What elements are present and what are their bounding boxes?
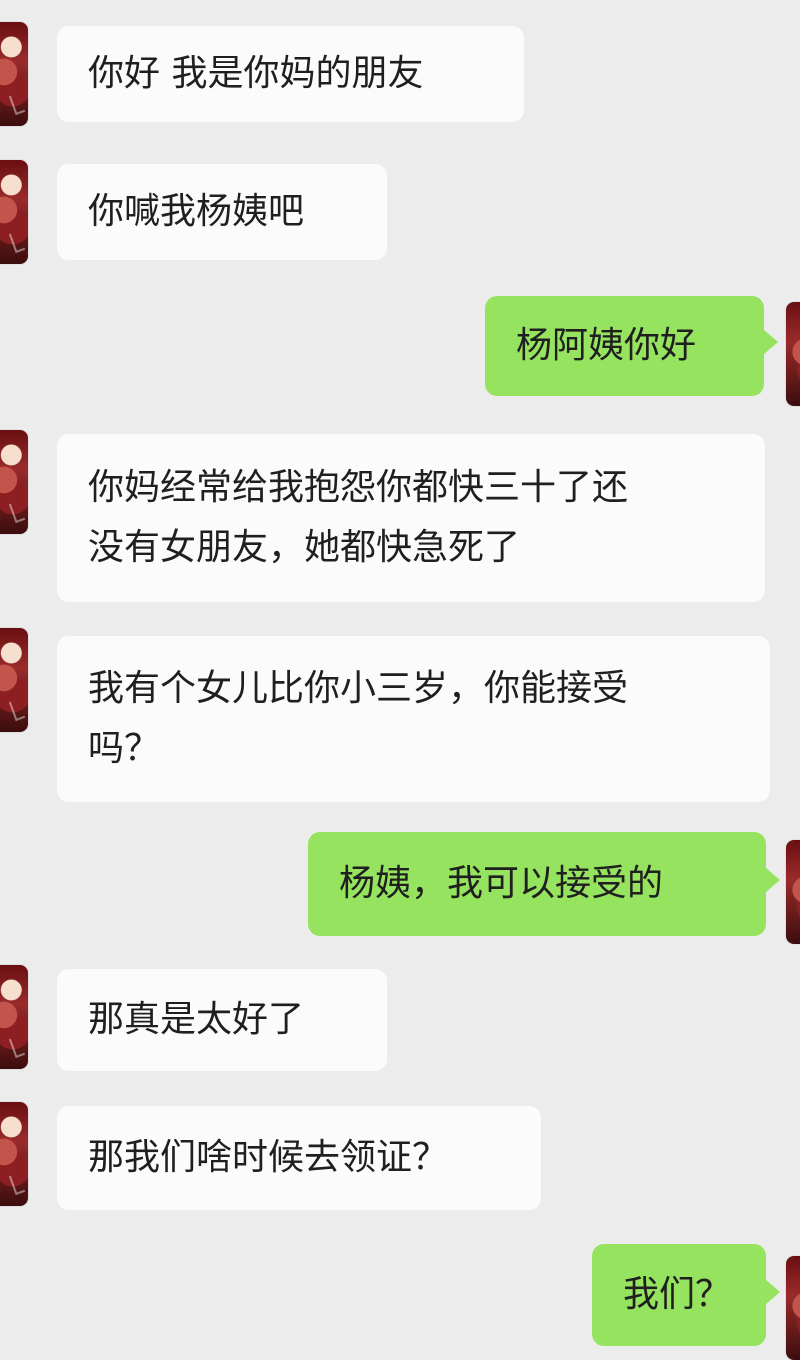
user-avatar[interactable] [786,840,800,944]
contact-avatar[interactable] [0,430,28,534]
message-row: 杨阿姨你好 [0,292,800,406]
message-bubble: 杨阿姨你好 [485,296,764,396]
message-row: 你妈经常给我抱怨你都快三十了还 没有女朋友，她都快急死了 [0,430,800,605]
message-bubble: 那真是太好了 [57,969,387,1071]
message-row: 我们？ [0,1240,800,1360]
contact-avatar[interactable] [0,628,28,732]
message-bubble: 我们？ [592,1244,766,1346]
message-bubble: 你好 我是你妈的朋友 [57,26,524,122]
contact-avatar[interactable] [0,22,28,126]
message-row: 我有个女儿比你小三岁，你能接受 吗？ [0,628,800,803]
bubble-tail [766,868,780,892]
message-row: 那我们啥时候去领证？ [0,1102,800,1212]
chat-conversation: 你好 我是你妈的朋友 你喊我杨姨吧 杨阿姨你好 你妈经常给我抱怨你都快三十了还 … [0,0,800,1360]
message-row: 你喊我杨姨吧 [0,160,800,270]
message-row: 你好 我是你妈的朋友 [0,22,800,132]
contact-avatar[interactable] [0,965,28,1069]
bubble-tail [766,1280,780,1304]
message-row: 那真是太好了 [0,965,800,1075]
message-bubble: 杨姨，我可以接受的 [308,832,766,936]
message-bubble: 我有个女儿比你小三岁，你能接受 吗？ [57,636,770,802]
message-bubble: 那我们啥时候去领证？ [57,1106,541,1210]
message-bubble: 你喊我杨姨吧 [57,164,387,260]
contact-avatar[interactable] [0,1102,28,1206]
user-avatar[interactable] [786,1256,800,1360]
bubble-tail [764,330,778,354]
user-avatar[interactable] [786,302,800,406]
message-bubble: 你妈经常给我抱怨你都快三十了还 没有女朋友，她都快急死了 [57,434,765,602]
contact-avatar[interactable] [0,160,28,264]
message-row: 杨姨，我可以接受的 [0,828,800,944]
